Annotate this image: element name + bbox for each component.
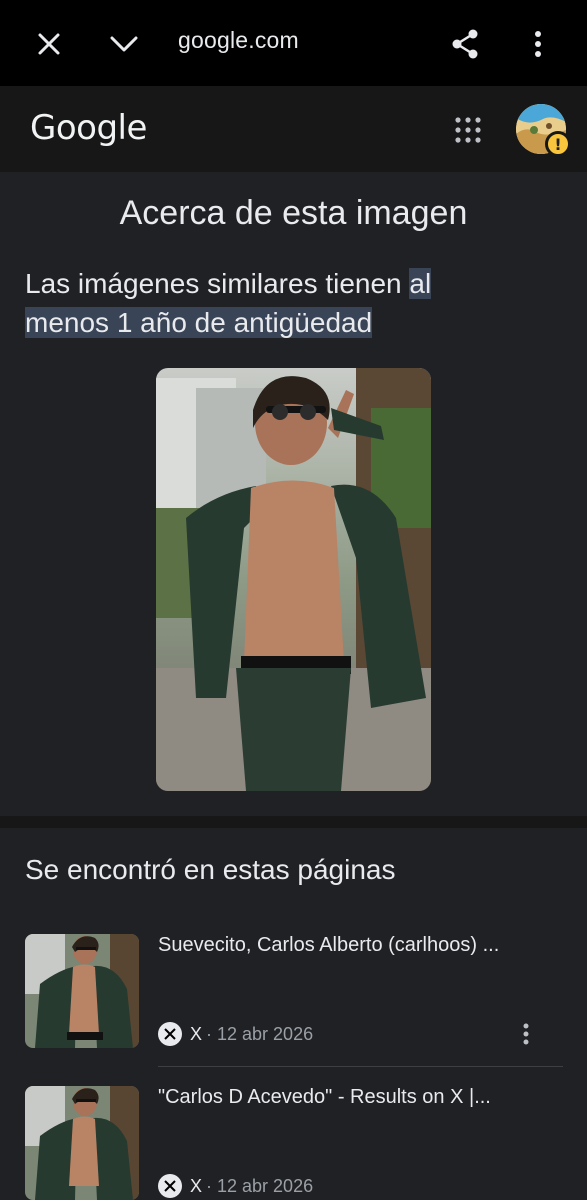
url-text[interactable]: google.com	[178, 27, 299, 54]
main-photo[interactable]	[156, 368, 431, 791]
x-logo-icon	[158, 1022, 182, 1046]
similar-highlight-1: al	[409, 268, 432, 299]
result-source: X	[190, 1023, 203, 1044]
result-item[interactable]: "Carlos D Acevedo" - Results on X |... X…	[0, 1086, 587, 1200]
result-title[interactable]: "Carlos D Acevedo" - Results on X |...	[158, 1086, 550, 1109]
result-date: · 12 abr 2026	[206, 1175, 314, 1196]
chevron-down-icon	[110, 36, 138, 52]
share-button[interactable]	[445, 24, 485, 64]
section-divider	[0, 816, 587, 828]
more-vert-icon	[535, 31, 541, 57]
x-logo-icon	[158, 1174, 182, 1198]
browser-toolbar: google.com	[0, 0, 587, 86]
result-divider	[158, 1066, 563, 1067]
similar-images-age: Las imágenes similares tienen al menos 1 …	[25, 264, 565, 342]
similar-highlight-2: menos 1 año de antigüedad	[25, 307, 373, 338]
apps-grid-icon[interactable]	[454, 116, 482, 144]
result-meta: X · 12 abr 2026	[158, 1174, 313, 1198]
result-meta: X · 12 abr 2026	[158, 1022, 313, 1046]
minimize-button[interactable]	[104, 24, 144, 64]
more-vert-icon[interactable]	[514, 1022, 538, 1046]
result-thumbnail[interactable]	[25, 934, 139, 1048]
result-thumbnail[interactable]	[25, 1086, 139, 1200]
google-logo[interactable]: Google	[30, 108, 147, 148]
page-title: Acerca de esta imagen	[119, 194, 468, 232]
result-item[interactable]: Suevecito, Carlos Alberto (carlhoos) ...…	[0, 934, 587, 1064]
share-icon	[452, 29, 478, 59]
pages-title: Se encontró en estas páginas	[25, 854, 396, 885]
warning-badge: !	[545, 131, 571, 157]
result-date: · 12 abr 2026	[206, 1023, 314, 1044]
close-button[interactable]	[29, 24, 69, 64]
result-source: X	[190, 1175, 203, 1196]
close-icon	[38, 33, 60, 55]
more-options-button[interactable]	[518, 24, 558, 64]
similar-prefix: Las imágenes similares tienen	[25, 268, 410, 299]
result-title[interactable]: Suevecito, Carlos Alberto (carlhoos) ...	[158, 934, 550, 957]
